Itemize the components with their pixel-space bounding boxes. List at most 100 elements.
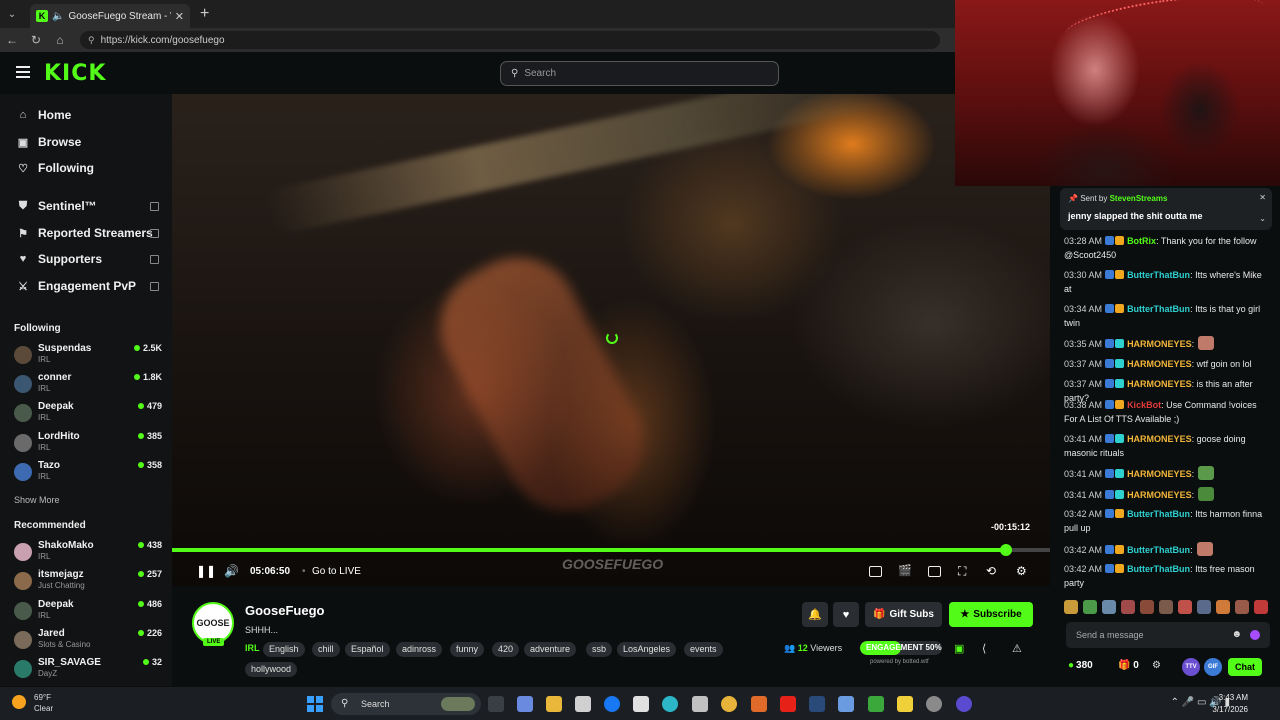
kick-logo[interactable]: KICK [44,61,106,86]
followed-channel[interactable]: Suspendas IRL 2.5K [14,343,162,371]
emote-icon[interactable] [1197,600,1211,614]
recommended-channel[interactable]: SIR_SAVAGE DayZ 32 [14,657,162,685]
chat-username[interactable]: ButterThatBun [1127,270,1190,280]
youtube-icon[interactable] [780,696,796,712]
chat-username[interactable]: HARMONEYES [1127,490,1192,500]
copilot-icon[interactable] [517,696,533,712]
chat-username[interactable]: HARMONEYES [1127,469,1192,479]
fullscreen-icon[interactable]: ⛶ [958,564,966,579]
external-link-icon[interactable] [150,202,159,211]
tag[interactable]: Español [345,642,390,657]
channel-points[interactable]: ● 380 [1068,660,1093,671]
show-more-link[interactable]: Show More [14,495,60,505]
tab-close-icon[interactable]: ✕ [175,10,184,23]
external-link-icon[interactable] [150,282,159,291]
tag[interactable]: adinross [396,642,443,657]
share-icon[interactable]: ⟨ [982,642,986,655]
file-explorer-icon[interactable] [546,696,562,712]
menu-icon[interactable] [16,66,30,81]
tag[interactable]: LosAngeles [617,642,677,657]
mini-player-icon[interactable] [869,566,882,577]
go-to-live-button[interactable]: Go to LIVE [312,566,361,577]
volume-icon[interactable]: 🔊 [224,564,239,578]
followed-channel[interactable]: LordHito IRL 385 [14,431,162,459]
emoji-icon[interactable]: ☻ [1231,622,1242,648]
emote-icon[interactable] [1178,600,1192,614]
chat-settings-icon[interactable]: ⚙ [1152,660,1161,671]
chat-username[interactable]: HARMONEYES [1127,359,1192,369]
emote-icon[interactable] [1140,600,1154,614]
external-link-icon[interactable] [150,255,159,264]
store-icon[interactable] [575,696,591,712]
tag[interactable]: ssb [586,642,613,657]
settings-app-icon[interactable] [838,696,854,712]
new-tab-icon[interactable]: + [200,5,209,23]
pinned-sender-name[interactable]: StevenStreams [1110,194,1168,203]
sidebar-item-browse[interactable]: ▣ Browse [16,135,82,149]
followed-channel[interactable]: conner IRL 1.8K [14,372,162,400]
calculator-icon[interactable] [692,696,708,712]
chat-username[interactable]: KickBot [1127,400,1161,410]
sidebar-item-sentinel[interactable]: ⛊ Sentinel™ [16,199,97,213]
subscribe-button[interactable]: ★ Subscribe [949,602,1033,627]
chrome-icon[interactable] [721,696,737,712]
tab-list-chevron-icon[interactable]: ⌄ [0,0,24,28]
facebook-icon[interactable] [604,696,620,712]
followed-channel[interactable]: Deepak IRL 479 [14,401,162,429]
xbox-icon[interactable] [868,696,884,712]
recommended-channel[interactable]: ShakoMako IRL 438 [14,540,162,568]
ttv-button[interactable]: TTV [1182,658,1200,676]
emote-icon[interactable] [1235,600,1249,614]
chat-username[interactable]: HARMONEYES [1127,379,1192,389]
recommended-channel[interactable]: Jared Slots & Casino 226 [14,628,162,656]
sidebar-item-supporters[interactable]: ♥ Supporters [16,252,102,266]
start-button[interactable] [307,696,323,712]
theater-mode-icon[interactable] [928,566,941,577]
tag[interactable]: hollywood [245,662,298,677]
gift-subs-button[interactable]: 🎁 Gift Subs [865,602,942,627]
tag[interactable]: 420 [492,642,520,657]
browser-tab[interactable]: K 🔈 GooseFuego Stream - Watch ✕ [30,4,190,28]
amazon-icon[interactable] [633,696,649,712]
report-icon[interactable]: ⚠ [1012,642,1022,655]
emote-icon[interactable] [1083,600,1097,614]
tag[interactable]: events [684,642,723,657]
steam-icon[interactable] [809,696,825,712]
task-view-icon[interactable] [488,696,504,712]
pause-icon[interactable]: ❚❚ [196,564,216,578]
chat-username[interactable]: HARMONEYES [1127,434,1192,444]
extension-icon[interactable] [1250,630,1260,640]
followed-channel[interactable]: Tazo IRL 358 [14,460,162,488]
notification-bell-button[interactable]: 🔔 [802,602,828,627]
chat-username[interactable]: ButterThatBun [1127,304,1190,314]
sidebar-item-following[interactable]: ♡ Following [16,161,94,175]
follow-button[interactable]: ♥ [833,602,859,627]
home-browser-icon[interactable]: ⌂ [48,33,72,47]
back-icon[interactable]: ← [0,33,24,47]
notes-icon[interactable] [897,696,913,712]
chat-username[interactable]: BotRix [1127,236,1156,246]
taskbar-search[interactable]: ⚲ Search [331,693,481,715]
chevron-down-icon[interactable]: ⌄ [1259,214,1266,223]
sidebar-item-reported-streamers[interactable]: ⚑ Reported Streamers [16,226,153,240]
stream-category[interactable]: IRL [245,643,260,653]
emote-icon[interactable] [1254,600,1268,614]
unpin-icon[interactable]: ✕ [1259,193,1266,202]
taskbar-clock[interactable]: 3:43 AM 3/17/2026 [1212,692,1248,716]
edge-icon[interactable] [662,696,678,712]
clip-icon[interactable]: 🎬 [898,564,912,577]
tag[interactable]: funny [450,642,485,657]
chat-username[interactable]: ButterThatBun [1127,509,1190,519]
sidebar-item-engagement-pvp[interactable]: ⚔ Engagement PvP [16,279,136,293]
rewind-icon[interactable]: ⟲ [986,564,996,578]
external-link-icon[interactable] [150,229,159,238]
chat-username[interactable]: HARMONEYES [1127,339,1192,349]
emote-icon[interactable] [1159,600,1173,614]
reload-icon[interactable]: ↻ [24,33,48,47]
obs-icon[interactable] [926,696,942,712]
chat-username[interactable]: ButterThatBun [1127,545,1190,555]
search-input[interactable]: ⚲ Search [500,61,779,86]
seek-handle[interactable] [1000,544,1013,556]
tag[interactable]: English [263,642,305,657]
emote-icon[interactable] [1102,600,1116,614]
